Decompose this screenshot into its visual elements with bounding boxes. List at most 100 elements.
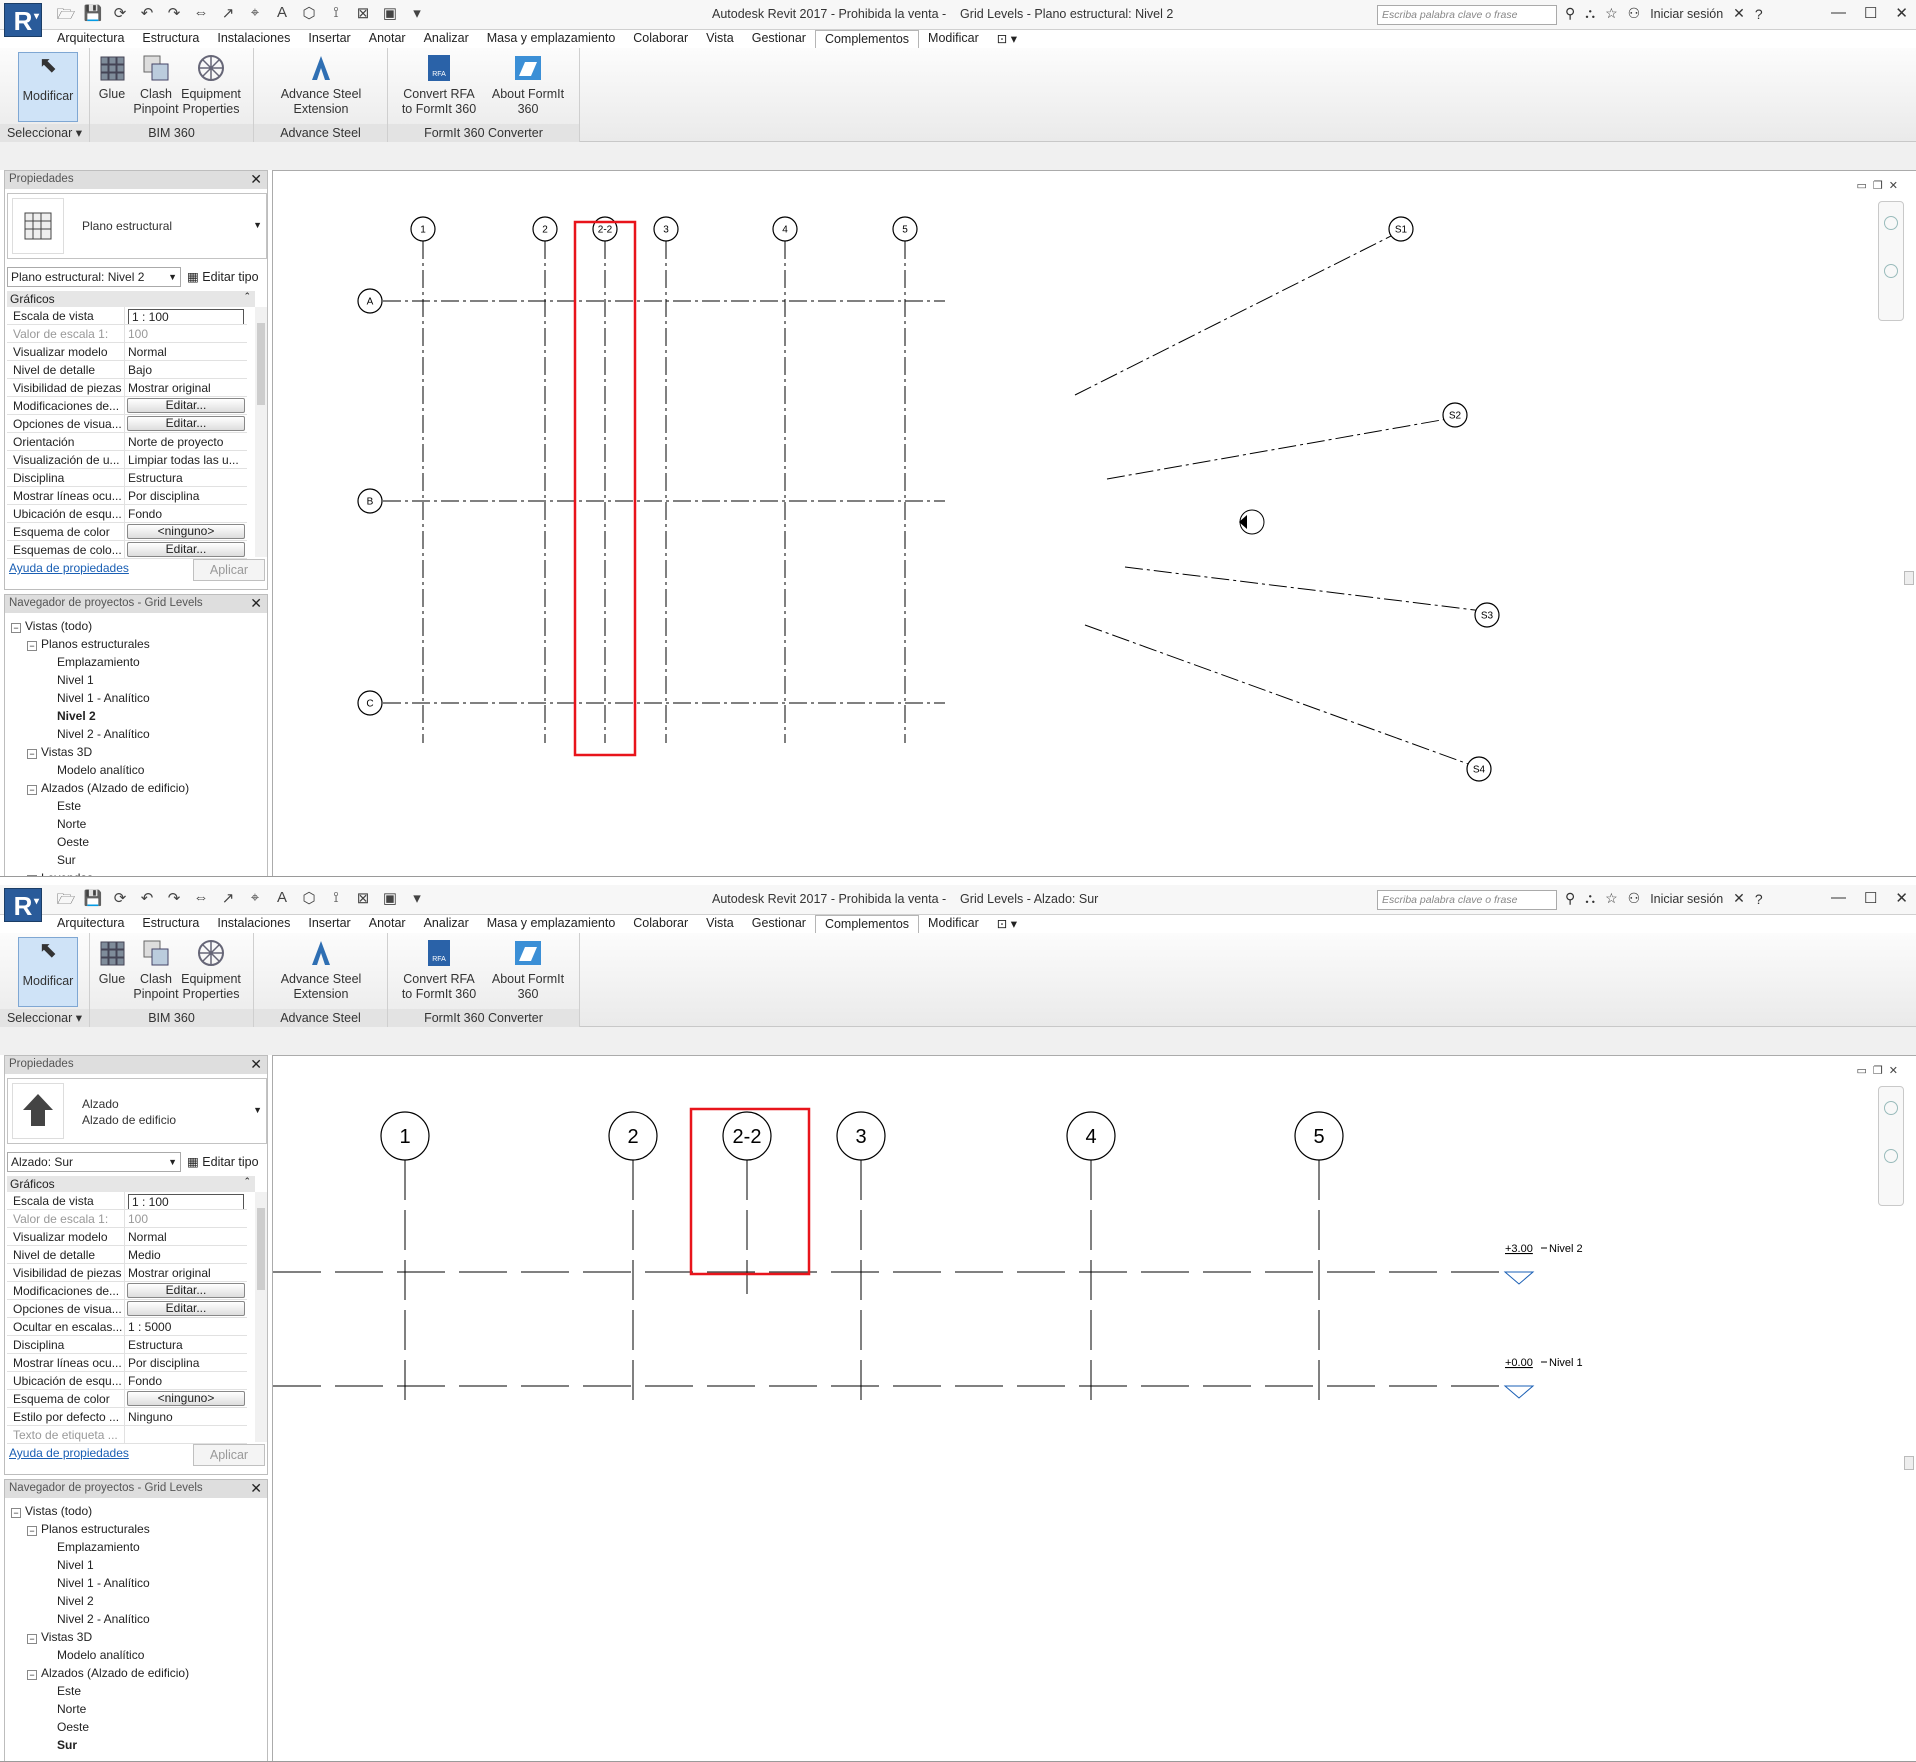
property-value[interactable]: Norte de proyecto [125, 433, 247, 450]
properties-help-link[interactable]: Ayuda de propiedades [9, 1446, 129, 1460]
tab-modificar[interactable]: Modificar [919, 30, 988, 48]
properties-scrollbar[interactable] [255, 307, 267, 557]
tool-clash[interactable]: Clash Pinpoint [132, 937, 180, 1002]
tool-equipment[interactable]: Equipment Properties [180, 52, 242, 117]
properties-help-link[interactable]: Ayuda de propiedades [9, 561, 129, 575]
property-value[interactable]: Estructura [125, 1336, 247, 1353]
tool-glue[interactable]: Glue [90, 52, 134, 102]
user-icon[interactable]: ⚇ [1628, 890, 1641, 907]
tree-node[interactable]: − Vistas 3D [11, 1628, 189, 1646]
section-icon[interactable]: ⟟ [326, 889, 346, 914]
measure-icon[interactable]: ⇔ [191, 889, 211, 914]
property-value[interactable]: Estructura [125, 469, 247, 486]
type-selector[interactable]: Plano estructural ▼ [7, 193, 267, 259]
tab-insertar[interactable]: Insertar [299, 30, 359, 48]
3d-view-icon[interactable]: ⬡ [299, 4, 319, 29]
property-value[interactable]: 1 : 100 [125, 1192, 247, 1209]
property-value[interactable]: Medio [125, 1246, 247, 1263]
expand-toggle-icon[interactable]: − [27, 785, 37, 795]
property-value[interactable]: Normal [125, 1228, 247, 1245]
close-hidden-icon[interactable]: ⊠ [353, 889, 373, 914]
modify-button[interactable]: ⬉ Modificar [18, 937, 78, 1007]
sync-icon[interactable]: ⟳ [110, 4, 130, 29]
close-icon[interactable]: ✕ [250, 595, 262, 612]
customize-icon[interactable]: ▾ [407, 889, 427, 914]
open-icon[interactable]: 🗁 [56, 889, 76, 914]
expand-toggle-icon[interactable]: − [27, 641, 37, 651]
group-header-graphics[interactable]: Gráficos ⌃ [7, 291, 255, 307]
tab-colaborar[interactable]: Colaborar [624, 30, 697, 48]
open-icon[interactable]: 🗁 [56, 4, 76, 29]
tool-glue[interactable]: Glue [90, 937, 134, 987]
tree-node[interactable]: Este [11, 1682, 189, 1700]
scroll-thumb[interactable] [257, 323, 265, 405]
tree-node[interactable]: Nivel 2 [11, 707, 189, 725]
measure-icon[interactable]: ⇔ [191, 4, 211, 29]
tree-node[interactable]: Este [11, 797, 189, 815]
tab-arquitectura[interactable]: Arquitectura [48, 915, 133, 933]
tree-node[interactable]: − Alzados (Alzado de edificio) [11, 779, 189, 797]
tree-node[interactable]: Nivel 2 - Analítico [11, 1610, 189, 1628]
tool-convert-rfa[interactable]: RFA Convert RFA to FormIt 360 [398, 937, 480, 1002]
x-icon[interactable]: ✕ [1733, 890, 1745, 907]
redo-icon[interactable]: ↷ [164, 4, 184, 29]
tab-analizar[interactable]: Analizar [415, 915, 478, 933]
switch-windows-icon[interactable]: ▣ [380, 889, 400, 914]
save-icon[interactable]: 💾 [83, 4, 103, 29]
property-value[interactable]: Por disciplina [125, 487, 247, 504]
expand-toggle-icon[interactable]: − [27, 749, 37, 759]
tree-node[interactable]: Sur [11, 851, 189, 869]
view-selector-dropdown[interactable]: Alzado: Sur ▼ [7, 1152, 181, 1172]
tree-node[interactable]: Modelo analítico [11, 1646, 189, 1664]
close-icon[interactable]: ✕ [250, 171, 262, 188]
undo-icon[interactable]: ↶ [137, 4, 157, 29]
property-value[interactable]: Mostrar original [125, 1264, 247, 1281]
dimension-icon[interactable]: ↗ [218, 889, 238, 914]
tab-colaborar[interactable]: Colaborar [624, 915, 697, 933]
expand-toggle-icon[interactable]: − [11, 623, 21, 633]
property-value[interactable]: Mostrar original [125, 379, 247, 396]
tree-node[interactable]: Nivel 1 [11, 1556, 189, 1574]
tab-vista[interactable]: Vista [697, 30, 743, 48]
tree-node[interactable]: Sur [11, 1736, 189, 1754]
comm-icon[interactable]: ⛬ [1585, 890, 1595, 907]
expand-toggle-icon[interactable]: − [11, 1508, 21, 1518]
sync-icon[interactable]: ⟳ [110, 889, 130, 914]
maximize-button[interactable]: ☐ [1864, 4, 1877, 22]
maximize-button[interactable]: ☐ [1864, 889, 1877, 907]
modify-button[interactable]: ⬉ Modificar [18, 52, 78, 122]
star-icon[interactable]: ☆ [1605, 5, 1618, 22]
close-button[interactable]: ✕ [1895, 889, 1908, 907]
tab-instalaciones[interactable]: Instalaciones [208, 915, 299, 933]
redo-icon[interactable]: ↷ [164, 889, 184, 914]
property-value[interactable]: Editar... [125, 541, 247, 558]
apply-button[interactable]: Aplicar [193, 1444, 265, 1466]
text-icon[interactable]: A [272, 4, 292, 29]
property-value[interactable]: Por disciplina [125, 1354, 247, 1371]
search-input[interactable]: Escriba palabra clave o frase [1377, 5, 1557, 25]
tab-complementos[interactable]: Complementos [814, 915, 920, 933]
user-icon[interactable]: ⚇ [1628, 5, 1641, 22]
tree-node[interactable]: Nivel 2 - Analítico [11, 725, 189, 743]
property-value[interactable]: 1 : 5000 [125, 1318, 247, 1335]
tree-node[interactable]: − Vistas 3D [11, 743, 189, 761]
tab-anotar[interactable]: Anotar [360, 915, 415, 933]
tab-vista[interactable]: Vista [697, 915, 743, 933]
section-icon[interactable]: ⟟ [326, 4, 346, 29]
tag-icon[interactable]: ⌖ [245, 889, 265, 914]
tool-advance-steel[interactable]: Advance Steel Extension [266, 937, 376, 1002]
property-value[interactable]: Editar... [125, 1282, 247, 1299]
property-value[interactable]: Limpiar todas las u... [125, 451, 247, 468]
undo-icon[interactable]: ↶ [137, 889, 157, 914]
close-icon[interactable]: ✕ [250, 1480, 262, 1497]
3d-view-icon[interactable]: ⬡ [299, 889, 319, 914]
edit-type-button[interactable]: ▦ Editar tipo [187, 269, 259, 284]
property-value[interactable]: Bajo [125, 361, 247, 378]
signin-button[interactable]: Iniciar sesión [1650, 7, 1723, 21]
tab-arquitectura[interactable]: Arquitectura [48, 30, 133, 48]
revit-logo-icon[interactable]: R ▾ [4, 888, 42, 922]
tree-node[interactable]: Nivel 1 [11, 671, 189, 689]
tree-node[interactable]: Oeste [11, 833, 189, 851]
tag-icon[interactable]: ⌖ [245, 4, 265, 29]
expand-toggle-icon[interactable]: + [27, 875, 37, 876]
